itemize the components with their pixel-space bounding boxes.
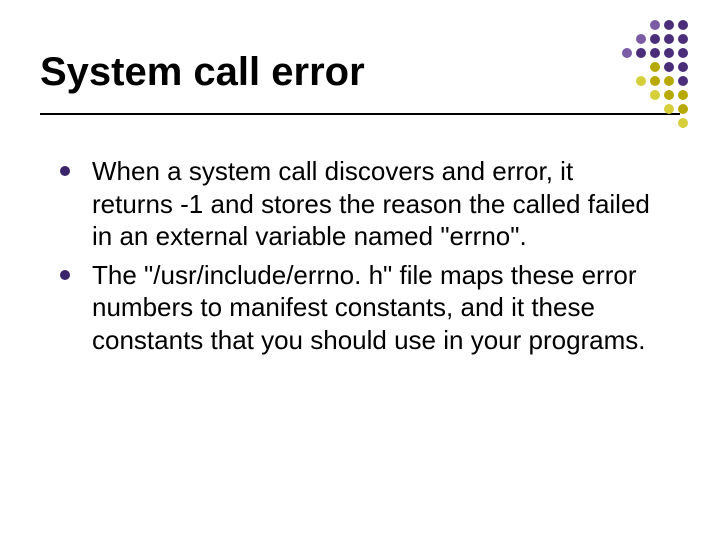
dot-icon [622, 20, 632, 30]
dot-icon [636, 62, 646, 72]
bullet-icon [60, 270, 70, 280]
dot-icon [636, 104, 646, 114]
dot-icon [636, 20, 646, 30]
dot-icon [636, 76, 646, 86]
dot-icon [622, 104, 632, 114]
dot-icon [622, 118, 632, 128]
dot-icon [650, 118, 660, 128]
slide-title: System call error [40, 50, 680, 95]
dot-icon [678, 76, 688, 86]
slide: System call error When a system call dis… [0, 0, 720, 540]
dot-icon [622, 90, 632, 100]
dot-icon [650, 104, 660, 114]
dot-icon [608, 104, 618, 114]
dot-icon [622, 76, 632, 86]
list-item: The "/usr/include/errno. h" file maps th… [60, 259, 650, 357]
bullet-text: The "/usr/include/errno. h" file maps th… [92, 259, 650, 357]
dot-icon [678, 118, 688, 128]
dot-icon [608, 20, 618, 30]
dot-icon [678, 62, 688, 72]
dot-icon [650, 34, 660, 44]
bullet-text: When a system call discovers and error, … [92, 155, 650, 253]
dot-icon [664, 62, 674, 72]
dot-icon [664, 118, 674, 128]
dot-icon [608, 76, 618, 86]
dot-icon [636, 48, 646, 58]
bullet-list: When a system call discovers and error, … [0, 115, 720, 356]
dot-icon [636, 90, 646, 100]
dot-icon [664, 104, 674, 114]
dot-icon [650, 90, 660, 100]
dot-icon [664, 90, 674, 100]
dot-icon [622, 48, 632, 58]
dot-icon [664, 34, 674, 44]
dot-icon [608, 118, 618, 128]
dot-icon [678, 90, 688, 100]
dot-icon [650, 20, 660, 30]
dot-icon [608, 48, 618, 58]
dot-icon [636, 34, 646, 44]
dot-icon [678, 48, 688, 58]
dot-icon [650, 48, 660, 58]
bullet-icon [60, 166, 70, 176]
dot-icon [664, 20, 674, 30]
dot-icon [622, 34, 632, 44]
dot-icon [622, 62, 632, 72]
dot-icon [678, 34, 688, 44]
dot-icon [608, 90, 618, 100]
dot-icon [650, 62, 660, 72]
decorative-dot-grid [608, 20, 688, 128]
list-item: When a system call discovers and error, … [60, 155, 650, 253]
dot-icon [678, 104, 688, 114]
dot-icon [664, 48, 674, 58]
dot-icon [678, 20, 688, 30]
dot-icon [608, 34, 618, 44]
dot-icon [650, 76, 660, 86]
dot-icon [664, 76, 674, 86]
dot-icon [636, 118, 646, 128]
dot-icon [608, 62, 618, 72]
